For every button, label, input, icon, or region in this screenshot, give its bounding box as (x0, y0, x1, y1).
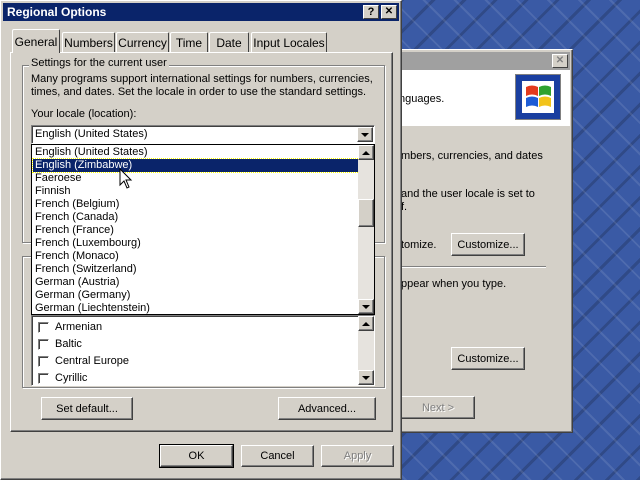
locale-option[interactable]: Finnish (33, 185, 359, 198)
background-text-languages: nguages. (399, 93, 445, 105)
chevron-up-icon (362, 150, 370, 155)
language-list-scrollbar[interactable] (358, 316, 374, 385)
set-default-button[interactable]: Set default... (41, 397, 133, 420)
advanced-button[interactable]: Advanced... (278, 397, 376, 420)
scroll-down-button[interactable] (358, 299, 374, 314)
background-close-button[interactable]: ✕ (552, 54, 568, 68)
background-text-locale-1: and the user locale is set to (401, 188, 535, 200)
scroll-up-button[interactable] (358, 145, 374, 160)
language-settings-list[interactable]: Armenian Baltic Central Europe Cyrillic (31, 315, 375, 386)
help-button[interactable]: ? (363, 5, 379, 19)
tab-time[interactable]: Time (170, 32, 208, 52)
background-text-appear: ppear when you type. (401, 278, 507, 290)
dialog-titlebar[interactable]: Regional Options ? ✕ (3, 3, 399, 21)
cancel-button[interactable]: Cancel (241, 445, 314, 467)
regional-options-dialog[interactable]: Regional Options ? ✕ General Numbers Cur… (0, 0, 402, 480)
list-item-label: Baltic (55, 338, 82, 350)
apply-button[interactable]: Apply (321, 445, 394, 467)
locale-option[interactable]: French (Switzerland) (33, 263, 359, 276)
chevron-down-icon (362, 304, 370, 309)
locale-option[interactable]: French (Luxembourg) (33, 237, 359, 250)
tab-input-locales[interactable]: Input Locales (251, 32, 327, 52)
locale-dropdown-button[interactable] (357, 127, 373, 142)
chevron-down-icon (361, 132, 369, 137)
locale-list-scrollbar[interactable] (358, 145, 374, 314)
checkbox-cyrillic[interactable] (38, 372, 49, 384)
list-item-cyrillic[interactable]: Cyrillic (38, 370, 87, 386)
list-item-label: Armenian (55, 321, 103, 333)
locale-option[interactable]: German (Austria) (33, 276, 359, 289)
checkbox-baltic[interactable] (38, 338, 49, 350)
description-line-1: Many programs support international sett… (31, 73, 373, 85)
background-divider (401, 266, 546, 267)
locale-option-highlighted[interactable]: English (Zimbabwe) (32, 158, 360, 173)
locale-option[interactable]: French (France) (33, 224, 359, 237)
tab-currency[interactable]: Currency (116, 32, 169, 52)
locale-combobox[interactable]: English (United States) (31, 125, 375, 144)
list-item-label: Central Europe (55, 355, 129, 367)
background-window-titlebar[interactable]: ✕ (396, 52, 570, 70)
locale-option[interactable]: German (Germany) (33, 289, 359, 302)
locale-option[interactable]: Faeroese (33, 172, 359, 185)
list-item-armenian[interactable]: Armenian (38, 319, 102, 335)
list-item-baltic[interactable]: Baltic (38, 336, 82, 352)
locale-option[interactable]: German (Liechtenstein) (33, 302, 359, 315)
ok-button[interactable]: OK (159, 444, 234, 468)
scroll-up-button[interactable] (358, 316, 374, 331)
background-text-numbers: mbers, currencies, and dates (401, 150, 543, 162)
background-text-customize: tomize. (401, 239, 437, 251)
scroll-thumb[interactable] (358, 199, 374, 227)
chevron-down-icon (362, 375, 370, 380)
close-button[interactable]: ✕ (381, 5, 397, 19)
list-item-central-europe[interactable]: Central Europe (38, 353, 129, 369)
chevron-up-icon (362, 321, 370, 326)
list-item-label: Cyrillic (55, 372, 88, 384)
tab-numbers[interactable]: Numbers (62, 32, 115, 52)
locale-option[interactable]: French (Belgium) (33, 198, 359, 211)
tab-general[interactable]: General (12, 29, 60, 53)
windows-logo-icon (515, 74, 561, 120)
scroll-down-button[interactable] (358, 370, 374, 385)
locale-dropdown-list[interactable]: English (United States) English (Zimbabw… (31, 144, 375, 315)
locale-option[interactable]: French (Canada) (33, 211, 359, 224)
checkbox-central-europe[interactable] (38, 355, 49, 367)
locale-option[interactable]: French (Monaco) (33, 250, 359, 263)
background-next-button[interactable]: Next > (401, 396, 475, 419)
background-header-area: nguages. (396, 70, 570, 126)
background-window[interactable]: ✕ nguages. mbers, currencies, and dates … (393, 49, 573, 433)
help-icon: ? (367, 5, 375, 18)
settings-group-title: Settings for the current user (29, 57, 169, 69)
close-icon: ✕ (555, 55, 565, 66)
close-icon: ✕ (384, 6, 394, 17)
background-customize-button-2[interactable]: Customize... (451, 347, 525, 370)
checkbox-armenian[interactable] (38, 321, 49, 333)
mouse-pointer-icon (119, 168, 133, 189)
locale-option[interactable]: English (United States) (33, 146, 359, 159)
locale-combobox-value: English (United States) (35, 128, 148, 140)
dialog-title: Regional Options (7, 5, 107, 19)
tab-date[interactable]: Date (209, 32, 249, 52)
description-line-2: times, and dates. Set the locale in orde… (31, 86, 367, 98)
locale-label: Your locale (location): (31, 108, 137, 120)
background-customize-button-1[interactable]: Customize... (451, 233, 525, 256)
